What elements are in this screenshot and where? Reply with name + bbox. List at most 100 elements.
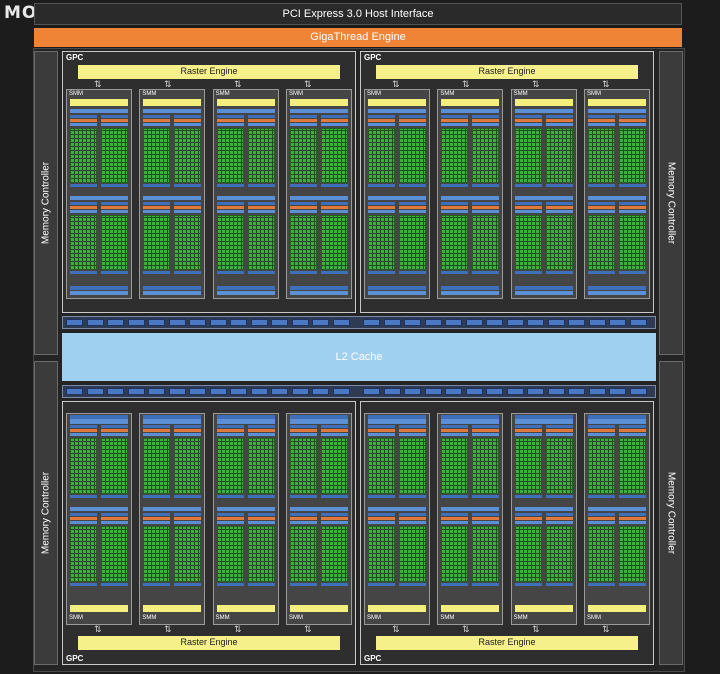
register-file <box>101 123 128 126</box>
polymorph-engine <box>290 605 348 612</box>
shared-memory <box>143 291 202 295</box>
texture-unit <box>290 415 348 419</box>
register-file <box>321 433 348 436</box>
cuda-core-array <box>174 526 202 582</box>
register-file <box>441 433 469 436</box>
instruction-cache <box>70 109 128 113</box>
load-store-units <box>399 583 426 586</box>
dispatch-unit <box>143 206 171 209</box>
shared-memory <box>70 420 128 424</box>
warp-scheduler <box>143 425 171 428</box>
warp-scheduler <box>514 513 542 516</box>
load-store-units <box>247 495 275 498</box>
smm-label: SMM <box>142 615 157 621</box>
warp-scheduler <box>399 115 426 118</box>
dispatch-unit <box>290 429 317 432</box>
warp-scheduler <box>143 202 171 205</box>
register-file <box>290 123 317 126</box>
dispatch-unit <box>70 119 97 122</box>
cuda-core-array <box>441 438 469 494</box>
dispatch-unit <box>588 119 615 122</box>
instruction-cache <box>441 196 500 200</box>
load-store-units <box>143 583 171 586</box>
polymorph-engine <box>143 99 202 106</box>
raster-engine: Raster Engine <box>78 636 340 650</box>
dispatch-unit <box>514 429 542 432</box>
instruction-cache <box>441 507 500 511</box>
polymorph-engine <box>441 605 500 612</box>
load-store-units <box>545 184 573 187</box>
warp-scheduler <box>101 513 128 516</box>
load-store-units <box>588 495 615 498</box>
shared-memory <box>514 291 573 295</box>
load-store-units <box>174 583 202 586</box>
register-file <box>472 123 500 126</box>
warp-scheduler <box>321 202 348 205</box>
load-store-units <box>70 271 97 274</box>
cuda-core-array <box>143 438 171 494</box>
dispatch-unit <box>321 206 348 209</box>
polymorph-engine <box>143 605 202 612</box>
data-flow-arrow: ⇅ <box>392 79 400 89</box>
register-file <box>399 123 426 126</box>
dispatch-unit <box>174 206 202 209</box>
register-file <box>321 123 348 126</box>
dispatch-unit <box>619 206 646 209</box>
instruction-cache <box>588 196 646 200</box>
register-file <box>216 123 244 126</box>
cuda-core-array <box>545 526 573 582</box>
dispatch-unit <box>545 206 573 209</box>
cuda-core-array <box>441 128 469 183</box>
instruction-cache <box>143 196 202 200</box>
crossbar-unit <box>383 319 401 326</box>
cuda-core-array <box>514 215 542 270</box>
dispatch-unit <box>174 517 202 520</box>
pcie-host-interface: PCI Express 3.0 Host Interface <box>34 3 682 25</box>
memory-controller-bottom-right: Memory Controller <box>659 361 683 665</box>
warp-scheduler <box>545 513 573 516</box>
data-flow-arrow: ⇅ <box>234 79 242 89</box>
warp-scheduler <box>247 115 275 118</box>
crossbar-unit <box>424 388 442 395</box>
dispatch-unit <box>321 517 348 520</box>
dispatch-unit <box>472 119 500 122</box>
warp-scheduler <box>70 115 97 118</box>
warp-scheduler <box>399 513 426 516</box>
crossbar-unit <box>189 388 206 395</box>
dispatch-unit <box>399 517 426 520</box>
dispatch-unit <box>619 517 646 520</box>
register-file <box>70 521 97 524</box>
warp-scheduler <box>588 425 615 428</box>
cuda-core-array <box>588 215 615 270</box>
cuda-core-array <box>545 128 573 183</box>
cuda-core-array <box>174 438 202 494</box>
register-file <box>143 210 171 213</box>
smm-label: SMM <box>367 615 381 621</box>
dispatch-unit <box>101 517 128 520</box>
load-store-units <box>588 583 615 586</box>
instruction-cache <box>290 109 348 113</box>
cuda-core-array <box>216 438 244 494</box>
shared-memory <box>588 291 646 295</box>
shared-memory <box>290 420 348 424</box>
crossbar-unit <box>629 319 647 326</box>
register-file <box>619 123 646 126</box>
dispatch-unit <box>545 517 573 520</box>
cuda-core-array <box>472 215 500 270</box>
data-flow-arrow: ⇅ <box>164 79 172 89</box>
dispatch-unit <box>321 429 348 432</box>
texture-unit <box>70 286 128 290</box>
dispatch-unit <box>290 206 317 209</box>
load-store-units <box>290 495 317 498</box>
crossbar-unit <box>527 388 544 395</box>
texture-unit <box>441 286 500 290</box>
texture-unit <box>216 415 275 419</box>
register-file <box>70 123 97 126</box>
crossbar-unit <box>404 388 421 395</box>
polymorph-engine <box>368 99 426 106</box>
dispatch-unit <box>247 119 275 122</box>
load-store-units <box>545 495 573 498</box>
load-store-units <box>399 495 426 498</box>
smm-label: SMM <box>587 615 601 621</box>
crossbar-unit <box>332 319 350 326</box>
